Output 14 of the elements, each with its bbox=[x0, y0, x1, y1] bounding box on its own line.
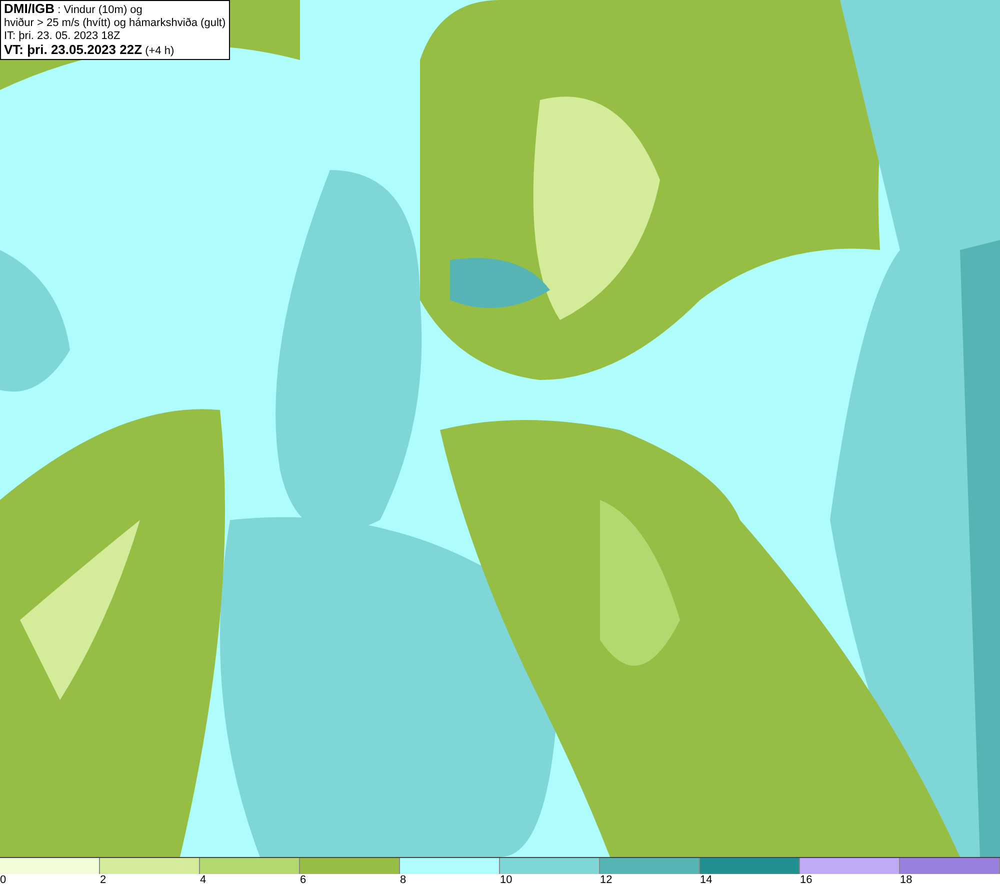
legend-label: 4 bbox=[200, 874, 206, 886]
legend-label: 18 bbox=[900, 874, 912, 886]
title-line: DMI/IGB : Vindur (10m) og bbox=[4, 2, 144, 17]
legend-label: 14 bbox=[700, 874, 712, 886]
legend-label: 16 bbox=[800, 874, 812, 886]
legend-label: 6 bbox=[300, 874, 306, 886]
legend-label: 0 bbox=[0, 874, 6, 886]
legend-label: 2 bbox=[100, 874, 106, 886]
legend-label: 8 bbox=[400, 874, 406, 886]
title-line: hviður > 25 m/s (hvítt) og hámarkshviða (gult) bbox=[4, 17, 226, 30]
title-line: IT: þri. 23. 05. 2023 18Z bbox=[4, 30, 122, 43]
legend-label: 12 bbox=[600, 874, 612, 886]
title-line: VT: þri. 23.05.2023 22Z (+4 h) bbox=[4, 43, 176, 58]
legend-label: 10 bbox=[500, 874, 512, 886]
